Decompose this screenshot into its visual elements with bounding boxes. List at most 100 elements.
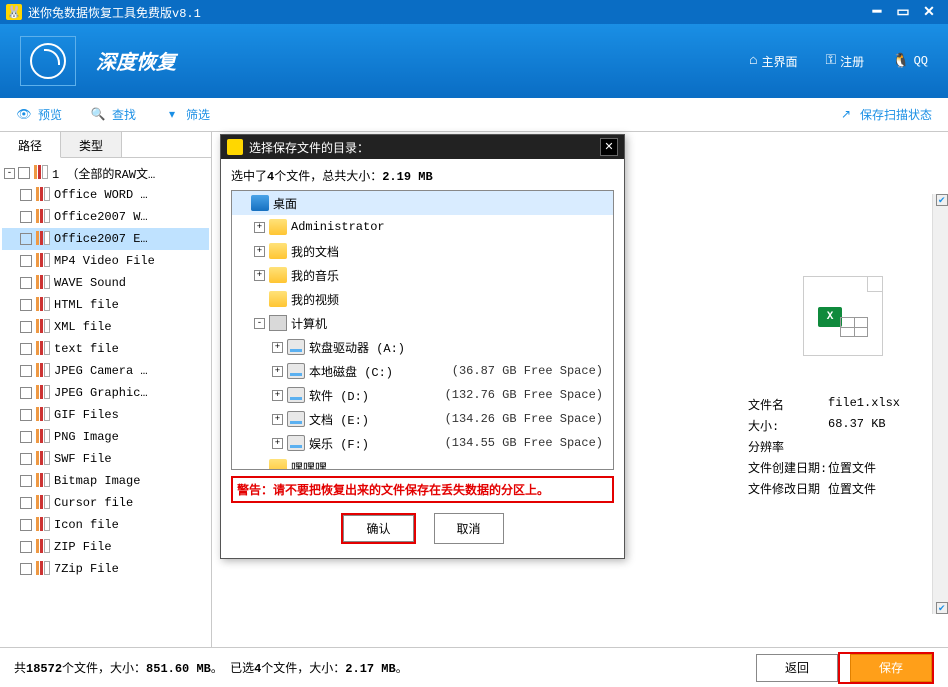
tree-checkbox[interactable] [20, 541, 32, 553]
dialog-cancel-button[interactable]: 取消 [434, 513, 504, 544]
browser-row[interactable]: 嘿嘿嘿 [232, 455, 613, 470]
browser-row[interactable]: +文档 (E:)(134.26 GB Free Space) [232, 407, 613, 431]
expand-icon[interactable] [254, 462, 265, 471]
row-checkbox[interactable] [936, 194, 948, 206]
tree-checkbox[interactable] [20, 321, 32, 333]
tree-item[interactable]: Office WORD … [2, 184, 209, 206]
tab-path[interactable]: 路径 [0, 132, 61, 158]
nav-qq[interactable]: 🐧QQ [892, 53, 928, 70]
tree-checkbox[interactable] [20, 277, 32, 289]
expand-icon[interactable]: + [272, 438, 283, 449]
tree-checkbox[interactable] [20, 475, 32, 487]
tree-item-label: PNG Image [54, 430, 119, 444]
tree-collapse-icon[interactable]: - [4, 168, 15, 179]
tree-item-label: SWF File [54, 452, 112, 466]
tree-item[interactable]: 7Zip File [2, 558, 209, 580]
browser-row-desktop[interactable]: 桌面 [232, 191, 613, 215]
tree-checkbox[interactable] [20, 233, 32, 245]
tree-item[interactable]: SWF File [2, 448, 209, 470]
tree-checkbox[interactable] [20, 387, 32, 399]
tree-item[interactable]: XML file [2, 316, 209, 338]
tree-item[interactable]: PNG Image [2, 426, 209, 448]
dialog-close-button[interactable]: ✕ [600, 138, 618, 156]
tree-checkbox[interactable] [20, 211, 32, 223]
tree-item[interactable]: Icon file [2, 514, 209, 536]
expand-icon[interactable]: + [272, 366, 283, 377]
nav-home[interactable]: ⌂主界面 [749, 53, 797, 70]
filetype-icon [36, 297, 50, 313]
tree-item[interactable]: MP4 Video File [2, 250, 209, 272]
tree-item[interactable]: JPEG Graphic… [2, 382, 209, 404]
tree-item[interactable]: Office2007 W… [2, 206, 209, 228]
filetype-icon [36, 209, 50, 225]
scrollbar[interactable] [932, 194, 948, 614]
expand-icon[interactable]: + [254, 222, 265, 233]
browser-row[interactable]: +我的音乐 [232, 263, 613, 287]
tree-item[interactable]: JPEG Camera … [2, 360, 209, 382]
window-title: 迷你兔数据恢复工具免费版v8.1 [28, 4, 864, 21]
maximize-button[interactable]: ▭ [890, 4, 916, 21]
find-button[interactable]: 🔍查找 [90, 106, 136, 123]
tree-checkbox[interactable] [20, 519, 32, 531]
filetype-icon [36, 385, 50, 401]
browser-row[interactable]: -计算机 [232, 311, 613, 335]
close-button[interactable]: ✕ [916, 4, 942, 21]
tree-item[interactable]: HTML file [2, 294, 209, 316]
nav-register[interactable]: ⚿注册 [825, 53, 864, 70]
filetype-icon [36, 231, 50, 247]
tree-checkbox[interactable] [20, 453, 32, 465]
browser-row[interactable]: +软盘驱动器 (A:) [232, 335, 613, 359]
browser-row[interactable]: 我的视频 [232, 287, 613, 311]
filetype-icon [36, 319, 50, 335]
tree-checkbox[interactable] [20, 497, 32, 509]
expand-icon[interactable]: + [272, 342, 283, 353]
tree-checkbox[interactable] [20, 431, 32, 443]
browser-row[interactable]: +我的文档 [232, 239, 613, 263]
tree-checkbox[interactable] [20, 409, 32, 421]
save-scan-state-button[interactable]: ↗保存扫描状态 [838, 106, 932, 123]
expand-icon[interactable]: + [272, 414, 283, 425]
expand-icon[interactable]: + [272, 390, 283, 401]
file-type-tree[interactable]: -1 （全部的RAW文…Office WORD …Office2007 W…Of… [0, 158, 211, 647]
browser-label: 本地磁盘 (C:) [309, 363, 393, 380]
tree-checkbox[interactable] [20, 255, 32, 267]
filetype-icon [36, 561, 50, 577]
tree-item[interactable]: GIF Files [2, 404, 209, 426]
tree-checkbox[interactable] [18, 167, 30, 179]
expand-icon[interactable]: - [254, 318, 265, 329]
browser-label: 我的视频 [291, 291, 339, 308]
save-button[interactable]: 保存 [850, 654, 932, 682]
browser-row[interactable]: +Administrator [232, 215, 613, 239]
property-value: 位置文件 [828, 480, 876, 497]
tree-checkbox[interactable] [20, 189, 32, 201]
dialog-ok-button[interactable]: 确认 [343, 515, 413, 542]
preview-button[interactable]: 👁预览 [16, 106, 62, 123]
tree-checkbox[interactable] [20, 343, 32, 355]
expand-icon[interactable] [254, 294, 265, 305]
tree-item[interactable]: Cursor file [2, 492, 209, 514]
tree-item[interactable]: Office2007 E… [2, 228, 209, 250]
tree-checkbox[interactable] [20, 563, 32, 575]
browser-row[interactable]: +本地磁盘 (C:)(36.87 GB Free Space) [232, 359, 613, 383]
tree-item[interactable]: text file [2, 338, 209, 360]
tree-item[interactable]: WAVE Sound [2, 272, 209, 294]
folder-browser[interactable]: 桌面+Administrator+我的文档+我的音乐 我的视频 -计算机+软盘驱动… [231, 190, 614, 470]
tree-checkbox[interactable] [20, 299, 32, 311]
minimize-button[interactable]: ━ [864, 4, 890, 21]
back-button[interactable]: 返回 [756, 654, 838, 682]
tree-checkbox[interactable] [20, 365, 32, 377]
expand-icon[interactable]: + [254, 270, 265, 281]
browser-label: 文档 (E:) [309, 411, 369, 428]
dialog-titlebar[interactable]: 选择保存文件的目录： ✕ [221, 135, 624, 159]
tree-item[interactable]: Bitmap Image [2, 470, 209, 492]
row-checkbox[interactable] [936, 602, 948, 614]
browser-row[interactable]: +软件 (D:)(132.76 GB Free Space) [232, 383, 613, 407]
tree-item[interactable]: ZIP File [2, 536, 209, 558]
drive-icon [287, 387, 305, 403]
filter-button[interactable]: ▾筛选 [164, 106, 210, 123]
property-row: 文件名file1.xlsx [748, 396, 938, 413]
drive-icon [287, 363, 305, 379]
tab-type[interactable]: 类型 [61, 132, 122, 157]
browser-row[interactable]: +娱乐 (F:)(134.55 GB Free Space) [232, 431, 613, 455]
expand-icon[interactable]: + [254, 246, 265, 257]
